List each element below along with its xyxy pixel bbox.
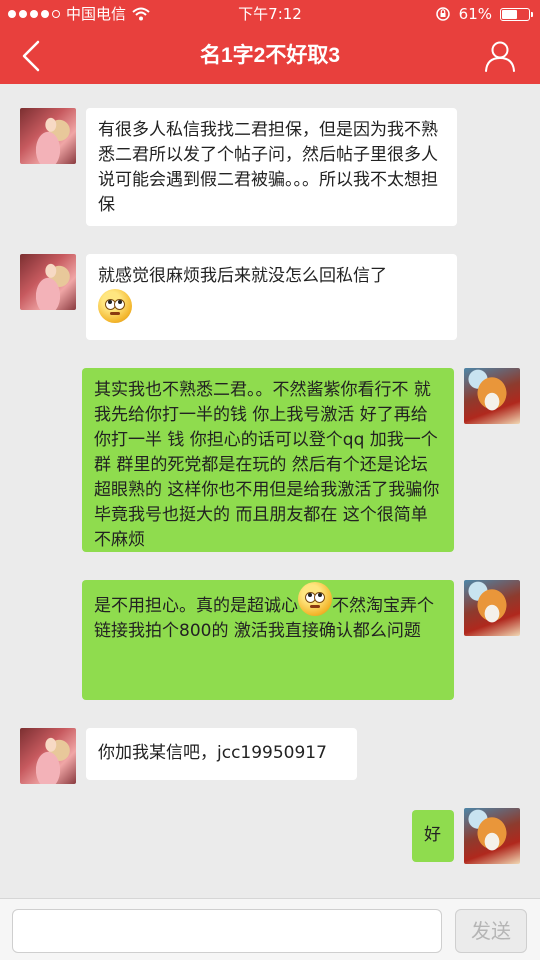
avatar[interactable] <box>20 254 76 310</box>
message-bubble-outgoing[interactable]: 好 <box>412 810 454 862</box>
avatar[interactable] <box>464 580 520 636</box>
message-bubble-incoming[interactable]: 就感觉很麻烦我后来就没怎么回私信了 <box>86 254 457 340</box>
message-bubble-incoming[interactable]: 你加我某信吧，jcc19950917 <box>86 728 357 780</box>
page-title: 名1字2不好取3 <box>199 44 341 67</box>
user-icon[interactable] <box>482 38 518 74</box>
message-input-bar: 发送 <box>0 898 540 960</box>
rolling-eyes-emoji <box>298 582 332 616</box>
message-text: 其实我也不熟悉二君。。不然酱紫你看行不 就我先给你打一半的钱 你上我号激活 好了… <box>94 380 440 550</box>
battery-icon <box>500 7 533 21</box>
avatar[interactable] <box>20 108 76 164</box>
avatar[interactable] <box>464 808 520 864</box>
top-bar: 中国电信 下午7:12 61% 名1字2不好取3 <box>0 0 540 84</box>
avatar[interactable] <box>464 368 520 424</box>
message-bubble-incoming[interactable]: 有很多人私信我找二君担保，但是因为我不熟悉二君所以发了个帖子问，然后帖子里很多人… <box>86 108 457 226</box>
rolling-eyes-emoji <box>98 289 132 323</box>
message-bubble-outgoing[interactable]: 是不用担心。真的是超诚心 不然淘宝弄个链接我拍个800的 激活我直接确认都么问题 <box>82 580 454 700</box>
send-button[interactable]: 发送 <box>455 909 527 953</box>
battery-percent: 61% <box>458 5 492 23</box>
message-text: 有很多人私信我找二君担保，但是因为我不熟悉二君所以发了个帖子问，然后帖子里很多人… <box>98 120 438 215</box>
status-right: 61% <box>435 0 533 28</box>
message-text: 就感觉很麻烦我后来就没怎么回私信了 <box>98 266 387 286</box>
battery-fill <box>502 9 518 19</box>
message-bubble-outgoing[interactable]: 其实我也不熟悉二君。。不然酱紫你看行不 就我先给你打一半的钱 你上我号激活 好了… <box>82 368 454 552</box>
message-text: 是不用担心。真的是超诚心 <box>94 596 298 616</box>
message-text: 好 <box>424 825 441 845</box>
avatar[interactable] <box>20 728 76 784</box>
message-input[interactable] <box>12 909 442 953</box>
message-text: 你加我某信吧，jcc19950917 <box>98 743 327 763</box>
status-bar: 中国电信 下午7:12 61% <box>0 0 540 28</box>
nav-bar: 名1字2不好取3 <box>0 28 540 84</box>
rotation-lock-icon <box>435 7 450 21</box>
